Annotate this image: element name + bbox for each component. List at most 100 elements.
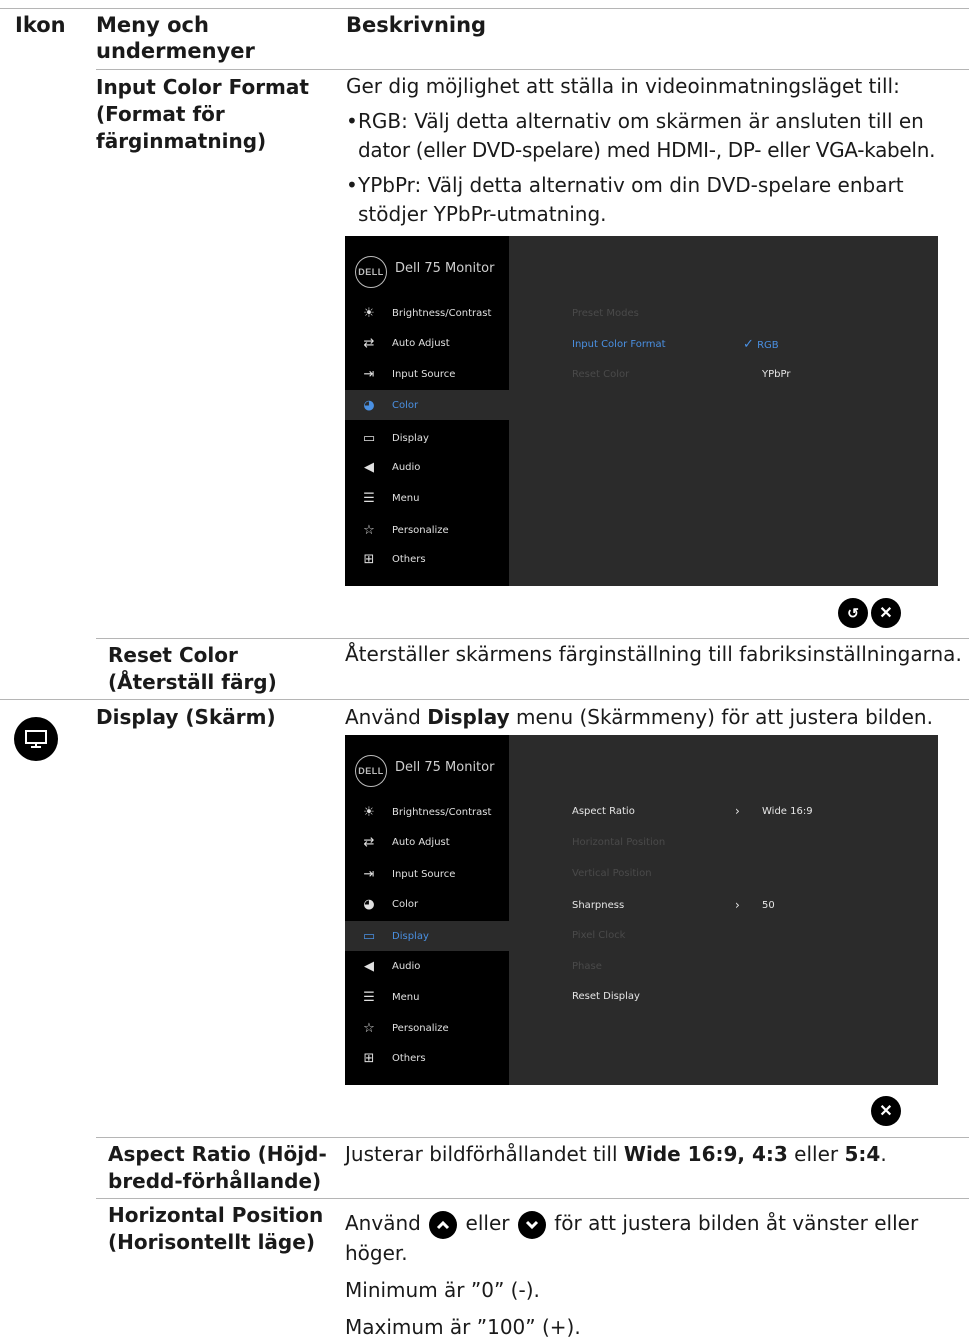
osd-sub-horizontal-position[interactable]: Horizontal Position (572, 837, 665, 848)
horizontal-position-pre: Använd (345, 1211, 421, 1235)
osd-sub-phase[interactable]: Phase (572, 961, 602, 972)
aspect-ratio-desc-bold2: 5:4 (844, 1142, 881, 1166)
aspect-ratio-name: Aspect Ratio (Höjd- bredd-förhållande) (108, 1141, 327, 1195)
horizontal-position-desc: Använd eller för att justera bilden åt v… (345, 1209, 955, 1342)
osd-item-label: Input Source (392, 368, 456, 380)
display-icon: ▭ (362, 928, 376, 944)
auto-adjust-icon: ⇄ (363, 335, 375, 351)
osd-sub-reset-display[interactable]: Reset Display (572, 991, 640, 1002)
header-desc: Beskrivning (346, 13, 487, 37)
osd-item-label: Auto Adjust (392, 836, 450, 848)
auto-adjust-icon: ⇄ (363, 834, 375, 850)
bullet-ypbpr-line2: stödjer YPbPr-utmatning. (358, 202, 607, 226)
color-icon: ◕ (363, 896, 375, 912)
back-button[interactable]: ↺ (838, 598, 868, 628)
header-menu-line1: Meny och (96, 13, 209, 37)
osd-item-display[interactable]: ▭ Display (345, 423, 509, 453)
osd-item-label: Input Source (392, 868, 456, 880)
display-icon (25, 730, 47, 748)
osd-item-label: Menu (392, 991, 420, 1003)
osd-item-others[interactable]: ⊞ Others (345, 1043, 509, 1073)
input-source-icon: ⇥ (363, 366, 375, 382)
header-menu: Meny och undermenyer (96, 12, 255, 64)
dell-logo: DELL (355, 755, 387, 787)
bullet-ypbpr: •YPbPr: Välj detta alternativ om din DVD… (346, 173, 904, 197)
display-desc-bold: Display (427, 705, 510, 729)
osd-sub-vertical-position[interactable]: Vertical Position (572, 868, 652, 879)
header-menu-line2: undermenyer (96, 39, 255, 63)
reset-color-line2: (Återställ färg) (108, 670, 277, 694)
osd-item-input-source[interactable]: ⇥ Input Source (345, 859, 509, 889)
osd-item-display[interactable]: ▭ Display (345, 921, 509, 951)
osd-color-screenshot: DELL Dell 75 Monitor ☀ Brightness/Contras… (345, 236, 938, 586)
osd-item-brightness[interactable]: ☀ Brightness/Contrast (345, 797, 509, 827)
display-desc: Använd Display menu (Skärmmeny) för att … (345, 703, 933, 732)
osd-value-sharpness: 50 (762, 900, 775, 911)
back-icon: ↺ (847, 604, 859, 621)
input-source-icon: ⇥ (363, 866, 375, 882)
audio-icon: ◀ (364, 459, 374, 475)
display-section-icon (14, 717, 58, 761)
input-color-format-desc: Ger dig möjlighet att ställa in videoinm… (346, 72, 956, 229)
bullet-rgb-term: RGB: (358, 109, 408, 133)
horizontal-position-min: Minimum är ”0” (-). (345, 1277, 540, 1302)
bullet-rgb-text: Välj detta alternativ om skärmen är ansl… (407, 109, 924, 133)
display-desc-post: menu (Skärmmeny) för att justera bilden. (509, 705, 933, 729)
osd-item-others[interactable]: ⊞ Others (345, 544, 509, 574)
osd-item-label: Personalize (392, 524, 449, 536)
osd-item-personalize[interactable]: ☆ Personalize (345, 515, 509, 545)
horizontal-position-name: Horizontal Position (Horisontellt läge) (108, 1202, 323, 1256)
osd-item-label: Menu (392, 492, 420, 504)
reset-color-line1: Reset Color (108, 643, 238, 667)
close-button[interactable]: ✕ (871, 598, 901, 628)
osd-item-label: Audio (392, 960, 421, 972)
osd-option-rgb[interactable]: ✓ RGB (743, 337, 779, 352)
up-arrow-icon (429, 1210, 458, 1239)
aspect-ratio-desc-bold1: Wide 16:9, 4:3 (623, 1142, 788, 1166)
osd-item-auto-adjust[interactable]: ⇄ Auto Adjust (345, 328, 509, 358)
osd-item-brightness[interactable]: ☀ Brightness/Contrast (345, 298, 509, 328)
aspect-ratio-desc-mid: eller (787, 1142, 845, 1166)
bullet-ypbpr-text: Välj detta alternativ om din DVD-spelare… (421, 173, 904, 197)
chevron-right-icon: › (735, 804, 740, 818)
osd-item-label: Display (392, 432, 429, 444)
aspect-ratio-line2: bredd-förhållande) (108, 1169, 322, 1193)
osd-sub-reset-color[interactable]: Reset Color (572, 369, 629, 380)
osd-item-label: Personalize (392, 1022, 449, 1034)
horizontal-position-max: Maximum är ”100” (+). (345, 1314, 581, 1339)
aspect-ratio-line1: Aspect Ratio (Höjd- (108, 1142, 327, 1166)
osd-item-label: Color (392, 399, 419, 411)
horizontal-position-post: för att justera bilden åt vänster eller (554, 1211, 919, 1235)
osd-sub-input-color-format[interactable]: Input Color Format (572, 339, 666, 350)
osd-sub-preset-modes[interactable]: Preset Modes (572, 308, 639, 319)
osd-title: Dell 75 Monitor (395, 261, 495, 276)
osd-option-ypbpr[interactable]: YPbPr (762, 369, 790, 380)
horizontal-position-line1: Horizontal Position (108, 1203, 324, 1227)
close-button[interactable]: ✕ (871, 1096, 901, 1126)
osd-sub-aspect-ratio[interactable]: Aspect Ratio (572, 806, 635, 817)
osd-item-audio[interactable]: ◀ Audio (345, 452, 509, 482)
osd-sub-sharpness[interactable]: Sharpness (572, 900, 624, 911)
osd-item-personalize[interactable]: ☆ Personalize (345, 1013, 509, 1043)
osd-option-rgb-label: RGB (757, 340, 779, 351)
aspect-ratio-desc-post: . (880, 1142, 887, 1166)
others-icon: ⊞ (363, 551, 375, 567)
osd-item-color[interactable]: ◕ Color (345, 889, 509, 919)
personalize-icon: ☆ (363, 1020, 375, 1036)
osd-item-label: Others (392, 1052, 426, 1064)
osd-sub-pixel-clock[interactable]: Pixel Clock (572, 930, 625, 941)
osd-item-menu[interactable]: ☰ Menu (345, 483, 509, 513)
osd-item-auto-adjust[interactable]: ⇄ Auto Adjust (345, 827, 509, 857)
others-icon: ⊞ (363, 1050, 375, 1066)
display-name: Display (Skärm) (96, 705, 276, 729)
osd-item-input-source[interactable]: ⇥ Input Source (345, 359, 509, 389)
osd-item-menu[interactable]: ☰ Menu (345, 982, 509, 1012)
display-icon: ▭ (362, 430, 376, 446)
osd-item-label: Audio (392, 461, 421, 473)
checkmark-icon: ✓ (743, 337, 754, 352)
input-color-format-line3: färginmatning) (96, 129, 267, 153)
osd-item-color[interactable]: ◕ Color (345, 390, 509, 420)
osd-item-label: Others (392, 553, 426, 565)
osd-item-audio[interactable]: ◀ Audio (345, 951, 509, 981)
osd-value-aspect-ratio: Wide 16:9 (762, 806, 813, 817)
